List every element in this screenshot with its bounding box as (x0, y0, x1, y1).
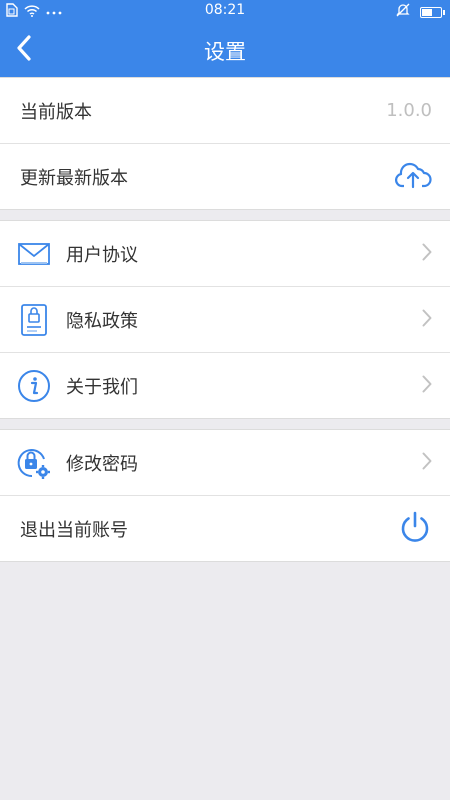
logout-label: 退出当前账号 (20, 519, 128, 541)
about-us-row[interactable]: 关于我们 (0, 352, 450, 418)
current-version-label: 当前版本 (20, 101, 92, 123)
privacy-policy-row[interactable]: 隐私政策 (0, 286, 450, 352)
user-agreement-row[interactable]: 用户协议 (0, 221, 450, 286)
change-password-label: 修改密码 (66, 453, 138, 475)
header-bar: 08:21 设置 (0, 0, 450, 77)
battery-icon (420, 6, 445, 18)
status-time: 08:21 (204, 2, 246, 18)
settings-group-info: 用户协议 隐私政策 关于我们 (0, 220, 450, 419)
battery-fill (422, 8, 432, 16)
chevron-right-icon (422, 452, 432, 474)
mute-bell-icon (396, 3, 410, 21)
user-agreement-label: 用户协议 (66, 244, 138, 266)
cloud-upload-icon[interactable] (394, 160, 432, 194)
nav-bar: 设置 (0, 24, 450, 77)
update-version-label: 更新最新版本 (20, 167, 128, 189)
settings-group-account: 修改密码 退出当前账号 (0, 429, 450, 562)
settings-group-version: 当前版本 1.0.0 更新最新版本 (0, 77, 450, 210)
envelope-icon (16, 236, 52, 272)
lock-document-icon (16, 302, 52, 338)
current-version-row: 当前版本 1.0.0 (0, 78, 450, 143)
version-value: 1.0.0 (386, 100, 432, 121)
about-us-label: 关于我们 (66, 376, 138, 398)
chevron-right-icon (422, 309, 432, 331)
lock-gear-icon (16, 445, 52, 481)
chevron-right-icon (422, 375, 432, 397)
status-right-icons (396, 3, 445, 21)
logout-row[interactable]: 退出当前账号 (0, 495, 450, 561)
privacy-policy-label: 隐私政策 (66, 310, 138, 332)
power-icon[interactable] (398, 510, 432, 548)
status-bar: 08:21 (0, 0, 450, 24)
chevron-right-icon (422, 243, 432, 265)
page-title: 设置 (204, 40, 246, 64)
update-version-row[interactable]: 更新最新版本 (0, 143, 450, 209)
info-icon (16, 368, 52, 404)
change-password-row[interactable]: 修改密码 (0, 430, 450, 495)
